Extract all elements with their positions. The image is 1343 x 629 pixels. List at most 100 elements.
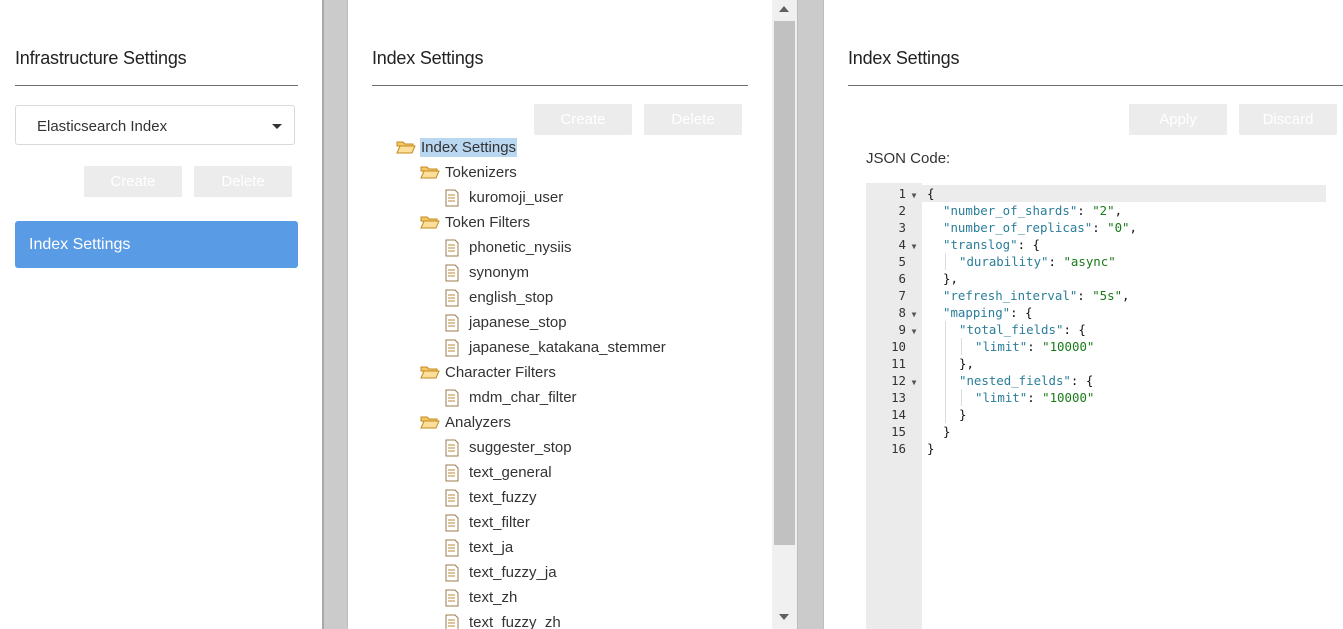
tree-node-label: text_ja <box>469 538 514 556</box>
code-line: 12 ▼ "nested_fields": { <box>866 372 1093 389</box>
tree-file-node[interactable]: japanese_stop <box>444 310 568 334</box>
folder-open-icon <box>420 214 440 230</box>
divider-line <box>848 85 1343 86</box>
code-line: 8 ▼ "mapping": { <box>866 304 1033 321</box>
line-number: 9 <box>898 322 906 337</box>
code-text: "number_of_shards": "2", <box>943 203 1123 218</box>
scroll-down-icon[interactable] <box>779 614 789 620</box>
line-number: 16 <box>891 441 906 456</box>
line-number: 3 <box>898 220 906 235</box>
create-button[interactable]: Create <box>534 104 632 135</box>
delete-button[interactable]: Delete <box>194 166 292 197</box>
file-icon <box>444 564 464 582</box>
code-text: { <box>927 186 935 201</box>
tree-node-label: text_general <box>469 463 552 481</box>
json-code-editor[interactable]: 1 ▼{2 "number_of_shards": "2", 3 "number_of_… <box>866 183 1343 629</box>
folder-open-icon <box>420 414 440 430</box>
code-text: }, <box>943 271 958 286</box>
tree-node-label: text_fuzzy_zh <box>469 613 561 629</box>
apply-button[interactable]: Apply <box>1129 104 1227 135</box>
code-text: "total_fields": { <box>959 322 1086 337</box>
code-line: 9 ▼ "total_fields": { <box>866 321 1086 338</box>
file-icon <box>444 289 464 307</box>
code-line: 13 "limit": "10000" <box>866 389 1094 406</box>
indent-guide <box>945 406 946 423</box>
indent-guide <box>961 338 962 355</box>
json-code-label: JSON Code: <box>866 150 951 167</box>
tree-file-node[interactable]: text_filter <box>444 510 531 534</box>
tree-file-node[interactable]: phonetic_nysiis <box>444 235 573 259</box>
indent-guide <box>961 389 962 406</box>
tree-file-node[interactable]: synonym <box>444 260 530 284</box>
tree-file-node[interactable]: text_fuzzy_zh <box>444 610 562 629</box>
line-number: 6 <box>898 271 906 286</box>
tree-file-node[interactable]: text_general <box>444 460 553 484</box>
panel-splitter[interactable] <box>322 0 348 629</box>
tree-node-label: kuromoji_user <box>469 188 564 206</box>
infrastructure-settings-panel: Infrastructure Settings Elasticsearch In… <box>0 0 322 629</box>
create-button[interactable]: Create <box>84 166 182 197</box>
line-number: 15 <box>891 424 906 439</box>
nav-item-index-settings[interactable]: Index Settings <box>15 221 298 268</box>
tree-file-node[interactable]: japanese_katakana_stemmer <box>444 335 667 359</box>
tree-node-label: text_zh <box>469 588 518 606</box>
tree-file-node[interactable]: english_stop <box>444 285 554 309</box>
code-text: "mapping": { <box>943 305 1033 320</box>
code-line: 4 ▼ "translog": { <box>866 236 1040 253</box>
line-number: 11 <box>891 356 906 371</box>
discard-button[interactable]: Discard <box>1239 104 1337 135</box>
line-number: 7 <box>898 288 906 303</box>
line-number: 14 <box>891 407 906 422</box>
file-icon <box>444 339 464 357</box>
tree-scrollbar[interactable] <box>772 0 797 629</box>
folder-open-icon <box>396 139 416 155</box>
tree-node-label: synonym <box>469 263 530 281</box>
line-number: 13 <box>891 390 906 405</box>
tree-folder-node[interactable]: Token Filters <box>420 210 531 234</box>
tree-node-label: mdm_char_filter <box>469 388 577 406</box>
tree-folder-node[interactable]: Character Filters <box>420 360 557 384</box>
scroll-up-icon[interactable] <box>779 6 789 12</box>
file-icon <box>444 189 464 207</box>
tree-folder-node[interactable]: Index Settings <box>396 135 518 159</box>
line-number: 5 <box>898 254 906 269</box>
tree-file-node[interactable]: text_fuzzy <box>444 485 538 509</box>
file-icon <box>444 389 464 407</box>
code-text: }, <box>959 356 974 371</box>
file-icon <box>444 489 464 507</box>
tree-file-node[interactable]: text_ja <box>444 535 514 559</box>
divider-line <box>372 85 748 86</box>
code-line: 3 "number_of_replicas": "0", <box>866 219 1137 236</box>
index-settings-tree-panel: Index Settings Create Delete Index Setti… <box>348 0 772 629</box>
code-line: 6}, <box>866 270 958 287</box>
code-line: 11}, <box>866 355 974 372</box>
tree-file-node[interactable]: kuromoji_user <box>444 185 564 209</box>
tree-folder-node[interactable]: Tokenizers <box>420 160 518 184</box>
scroll-thumb[interactable] <box>774 21 795 545</box>
tree-node-label: text_filter <box>469 513 530 531</box>
file-icon <box>444 314 464 332</box>
file-icon <box>444 239 464 257</box>
tree-node-label: Analyzers <box>445 413 511 431</box>
code-text: "nested_fields": { <box>959 373 1094 388</box>
line-number: 8 <box>898 305 906 320</box>
file-icon <box>444 264 464 282</box>
indent-guide <box>945 389 946 406</box>
file-icon <box>444 589 464 607</box>
tree-node-label: text_fuzzy <box>469 488 537 506</box>
tree-file-node[interactable]: mdm_char_filter <box>444 385 578 409</box>
index-type-dropdown[interactable]: Elasticsearch Index <box>15 105 295 145</box>
code-text: } <box>959 407 967 422</box>
code-line: 7 "refresh_interval": "5s", <box>866 287 1130 304</box>
tree-file-node[interactable]: text_fuzzy_ja <box>444 560 558 584</box>
line-number: 2 <box>898 203 906 218</box>
code-text: "limit": "10000" <box>975 390 1095 405</box>
tree-node-label: Index Settings <box>420 137 518 157</box>
tree-folder-node[interactable]: Analyzers <box>420 410 512 434</box>
tree-file-node[interactable]: suggester_stop <box>444 435 573 459</box>
panel-splitter[interactable] <box>797 0 824 629</box>
tree-file-node[interactable]: text_zh <box>444 585 518 609</box>
code-text: "translog": { <box>943 237 1040 252</box>
delete-button[interactable]: Delete <box>644 104 742 135</box>
indent-guide <box>945 321 946 338</box>
